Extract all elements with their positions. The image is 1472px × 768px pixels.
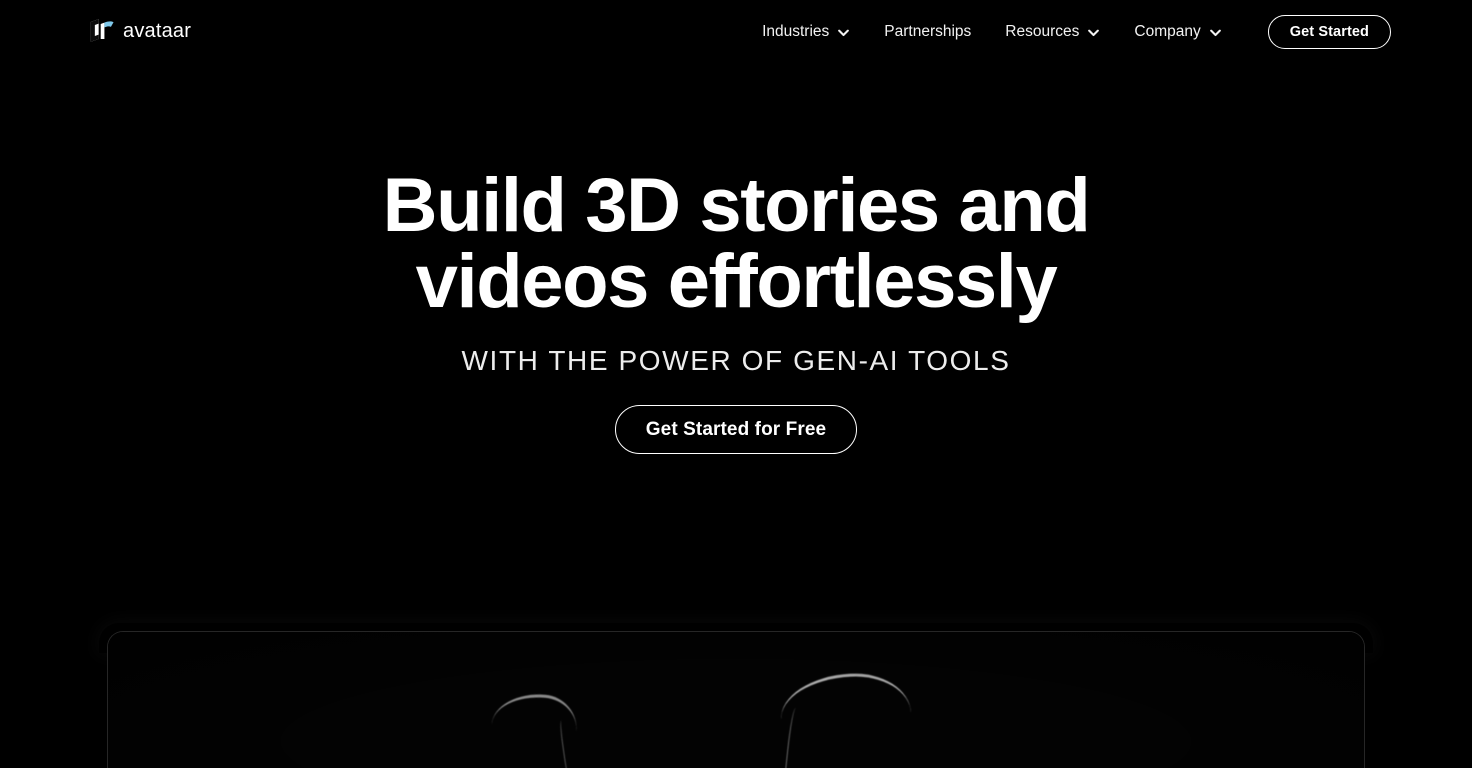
hero-headline: Build 3D stories and videos effortlessly (0, 168, 1472, 320)
chevron-down-icon (1209, 29, 1221, 36)
nav-item-resources[interactable]: Resources (988, 0, 1117, 64)
nav-item-label: Partnerships (884, 23, 972, 40)
nav-item-company[interactable]: Company (1117, 0, 1238, 64)
nav-links-group: Industries Partnerships Resources Compan… (745, 0, 1391, 64)
nav-item-industries[interactable]: Industries (745, 0, 867, 64)
hero-subheadline: WITH THE POWER OF GEN-AI TOOLS (461, 345, 1011, 376)
nav-item-label: Industries (762, 23, 830, 40)
hero-cta-container: Get Started for Free (0, 405, 1472, 454)
chevron-down-icon (1088, 29, 1100, 36)
hero-video-panel[interactable] (107, 631, 1365, 768)
avataar-logo-icon (90, 19, 114, 42)
nav-item-partnerships[interactable]: Partnerships (867, 0, 988, 64)
brand-wordmark: avataar (123, 20, 192, 42)
hero-headline-line-2: videos effortlessly (415, 239, 1058, 324)
render-highlight-left (491, 690, 580, 732)
landing-page: avataar Industries Partnerships Resource… (0, 0, 1472, 768)
nav-item-label: Company (1134, 23, 1201, 40)
top-navigation-bar: avataar Industries Partnerships Resource… (0, 0, 1472, 64)
hero-video-frame (108, 632, 1364, 768)
nav-item-label: Resources (1005, 23, 1080, 40)
get-started-for-free-button[interactable]: Get Started for Free (614, 405, 858, 454)
chevron-down-icon (838, 29, 850, 36)
get-started-button[interactable]: Get Started (1267, 15, 1391, 49)
render-vignette (108, 632, 1364, 768)
hero-headline-line-1: Build 3D stories and (382, 163, 1091, 248)
brand-logo-link[interactable]: avataar (88, 18, 191, 44)
